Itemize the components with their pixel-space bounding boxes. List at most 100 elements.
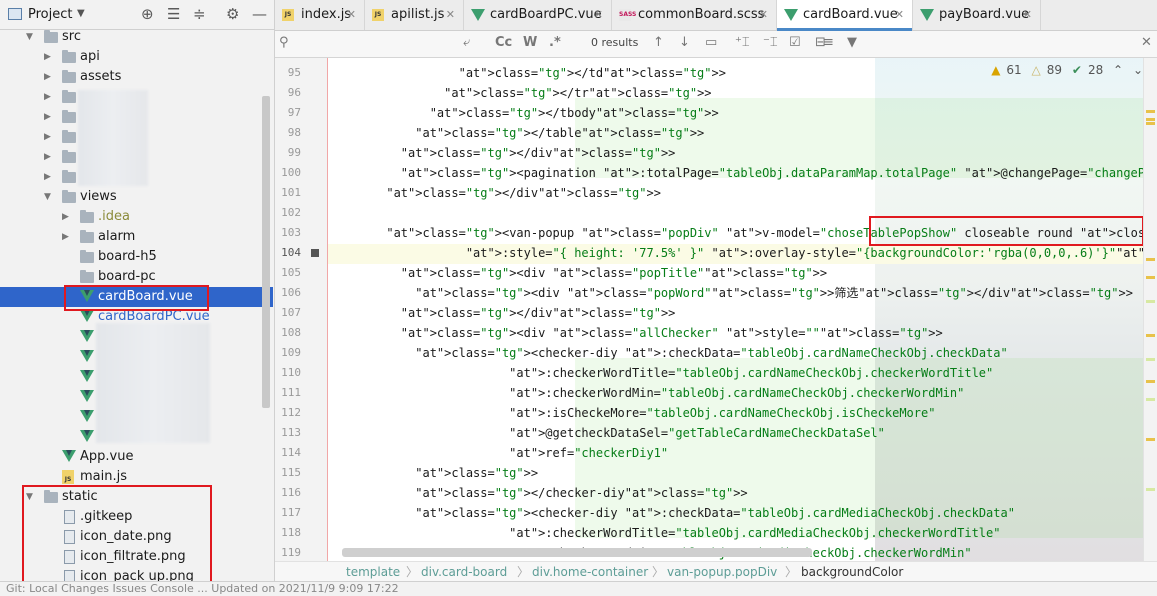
warning-marker[interactable] <box>1146 122 1155 125</box>
arrow-down-icon[interactable]: ↓ <box>679 35 690 50</box>
whole-word-toggle[interactable]: W <box>523 35 537 50</box>
tree-item-alarm[interactable]: ▶ alarm <box>0 227 262 247</box>
match-case-toggle[interactable]: Cc <box>495 35 512 50</box>
chevron-right-icon[interactable]: ▶ <box>44 87 51 107</box>
tab-cardboard-vue[interactable]: cardBoard.vue ✕ <box>777 0 913 31</box>
breadcrumb-item[interactable]: div.home-container <box>532 562 648 582</box>
filter-icon[interactable]: ▼ <box>847 35 857 50</box>
change-marker[interactable] <box>1146 488 1155 491</box>
tree-item-board-h5[interactable]: board-h5 <box>0 247 262 267</box>
change-marker[interactable] <box>1146 358 1155 361</box>
tree-item-src[interactable]: ▼ src <box>0 27 262 47</box>
multiline-icon[interactable]: ≡ <box>823 35 834 50</box>
code-line[interactable]: "at">class="tg"><checker-diy "at">:check… <box>343 343 1007 363</box>
change-marker[interactable] <box>1146 398 1155 401</box>
code-line[interactable]: "at">class="tg"></td"at">class="tg">> <box>343 63 726 83</box>
chevron-right-icon[interactable]: ▶ <box>44 107 51 127</box>
code-line[interactable]: "at">class="tg"></checker-diy"at">class=… <box>343 483 747 503</box>
tab-index-js[interactable]: JS index.js ✕ <box>275 0 365 30</box>
warning-marker[interactable] <box>1146 438 1155 441</box>
tree-item-assets[interactable]: ▶ assets <box>0 67 262 87</box>
breadcrumb-item[interactable]: backgroundColor <box>801 562 903 582</box>
code-line[interactable]: "at">class="tg"></div"at">class="tg">> <box>343 183 661 203</box>
code-line[interactable]: "at">class="tg"><div "at">class="popWord… <box>343 283 1133 303</box>
code-line[interactable]: "at">:style="{ height: '77.5%' }" "at">:… <box>343 243 1157 263</box>
gear-icon[interactable]: ⚙ <box>226 5 239 23</box>
close-icon[interactable]: ✕ <box>895 0 904 30</box>
tree-item-app-vue[interactable]: App.vue <box>0 447 262 467</box>
breadcrumb-item[interactable]: van-popup.popDiv <box>667 562 777 582</box>
locate-icon[interactable]: ⊕ <box>141 5 154 23</box>
code-line[interactable]: "at">:isCheckeMore="tableObj.cardNameChe… <box>343 403 935 423</box>
code-line[interactable]: "at">ref="checkerDiy1" <box>343 443 668 463</box>
code-line[interactable]: "at">@getcheckDataSel="getTableCardNameC… <box>343 423 885 443</box>
close-icon[interactable]: ✕ <box>1023 0 1032 30</box>
close-icon[interactable]: ✕ <box>347 0 356 30</box>
code-line[interactable]: "at">class="tg"></table"at">class="tg">> <box>343 123 704 143</box>
expand-all-icon[interactable]: ☰ <box>167 5 180 23</box>
chevron-down-icon[interactable]: ▼ <box>26 27 33 47</box>
chevron-right-icon[interactable]: ▶ <box>44 147 51 167</box>
remove-occurrence-icon[interactable]: ⁻⌶ <box>763 35 778 50</box>
project-title[interactable]: Project <box>28 7 72 22</box>
error-stripe[interactable] <box>1143 58 1157 561</box>
arrow-up-icon[interactable]: ↑ <box>653 35 664 50</box>
history-icon[interactable]: ⤶ <box>463 35 470 50</box>
warning-marker[interactable] <box>1146 110 1155 113</box>
warning-marker[interactable] <box>1146 334 1155 337</box>
code-line[interactable]: "at">class="tg"></div"at">class="tg">> <box>343 303 676 323</box>
warning-marker[interactable] <box>1146 380 1155 383</box>
code-line[interactable]: "at">class="tg">> <box>343 463 538 483</box>
project-scrollbar[interactable] <box>262 96 270 408</box>
chevron-right-icon[interactable]: ▶ <box>44 127 51 147</box>
chevron-down-icon[interactable]: ▼ <box>44 187 51 207</box>
add-occurrence-icon[interactable]: ⁺⌶ <box>735 35 750 50</box>
tab-apilist-js[interactable]: JS apilist.js ✕ <box>365 0 464 30</box>
code-line[interactable]: "at">:checkerWordTitle="tableObj.cardNam… <box>343 363 993 383</box>
code-line[interactable]: "at">class="tg"></tbody"at">class="tg">> <box>343 103 719 123</box>
warning-marker[interactable] <box>1146 258 1155 261</box>
code-line[interactable]: "at">class="tg"><div "at">class="popTitl… <box>343 263 827 283</box>
breadcrumb-item[interactable]: template <box>346 562 400 582</box>
chevron-down-icon[interactable]: ⌄ <box>1133 63 1143 77</box>
tab-payboard-vue[interactable]: payBoard.vue ✕ <box>913 0 1041 30</box>
search-icon[interactable]: ⚲ <box>279 35 289 50</box>
tree-item-board-pc[interactable]: board-pc <box>0 267 262 287</box>
regex-toggle[interactable]: .* <box>549 35 561 50</box>
close-icon[interactable]: ✕ <box>1141 35 1152 50</box>
chevron-right-icon[interactable]: ▶ <box>62 227 69 247</box>
code-line[interactable]: "at">:checkerWordMin="tableObj.cardNameC… <box>343 383 964 403</box>
collapse-all-icon[interactable]: ≑ <box>193 5 206 23</box>
code-line[interactable]: "at">class="tg"><div "at">class="allChec… <box>343 323 943 343</box>
close-icon[interactable]: ✕ <box>759 0 768 30</box>
chevron-right-icon[interactable]: ▶ <box>44 47 51 67</box>
breakpoint-marker[interactable] <box>311 249 319 257</box>
chevron-right-icon[interactable]: ▶ <box>44 67 51 87</box>
select-all-icon[interactable]: ▭ <box>705 35 717 50</box>
toggle-selection-icon[interactable]: ☑ <box>789 35 801 50</box>
breadcrumb-item[interactable]: div.card-board <box>421 562 507 582</box>
code-line[interactable]: "at">:checkerWordTitle="tableObj.cardMed… <box>343 523 1000 543</box>
change-marker[interactable] <box>1146 300 1155 303</box>
warning-marker[interactable] <box>1146 118 1155 121</box>
tree-item-api[interactable]: ▶ api <box>0 47 262 67</box>
close-icon[interactable]: ✕ <box>594 0 603 30</box>
code-line[interactable]: "at">class="tg"><pagination "at">:totalP… <box>343 163 1157 183</box>
tab-commonboard-scss[interactable]: SASS commonBoard.scss ✕ <box>612 0 777 30</box>
chevron-up-icon[interactable]: ⌃ <box>1113 63 1123 77</box>
code-line[interactable]: "at">class="tg"></div"at">class="tg">> <box>343 143 676 163</box>
code-line[interactable]: "at">class="tg"><checker-diy "at">:check… <box>343 503 1015 523</box>
tree-item-main-js[interactable]: JS main.js <box>0 467 262 487</box>
tab-cardboardpc-vue[interactable]: cardBoardPC.vue ✕ <box>464 0 612 30</box>
code-editor[interactable]: 95 "at">class="tg"></td"at">class="tg">>… <box>275 58 1157 561</box>
close-icon[interactable]: ✕ <box>446 0 455 30</box>
chevron-down-icon[interactable]: ▼ <box>77 8 85 19</box>
chevron-right-icon[interactable]: ▶ <box>62 207 69 227</box>
tree-item-idea[interactable]: ▶ .idea <box>0 207 262 227</box>
inspection-widget[interactable]: ▲ 61 △ 89 ✔ 28 ⌃ ⌄ <box>985 63 1143 77</box>
chevron-right-icon[interactable]: ▶ <box>44 167 51 187</box>
tree-item-views[interactable]: ▼ views <box>0 187 262 207</box>
code-line[interactable]: "at">class="tg"></tr"at">class="tg">> <box>343 83 711 103</box>
warning-marker[interactable] <box>1146 276 1155 279</box>
minimize-icon[interactable]: — <box>252 5 267 23</box>
